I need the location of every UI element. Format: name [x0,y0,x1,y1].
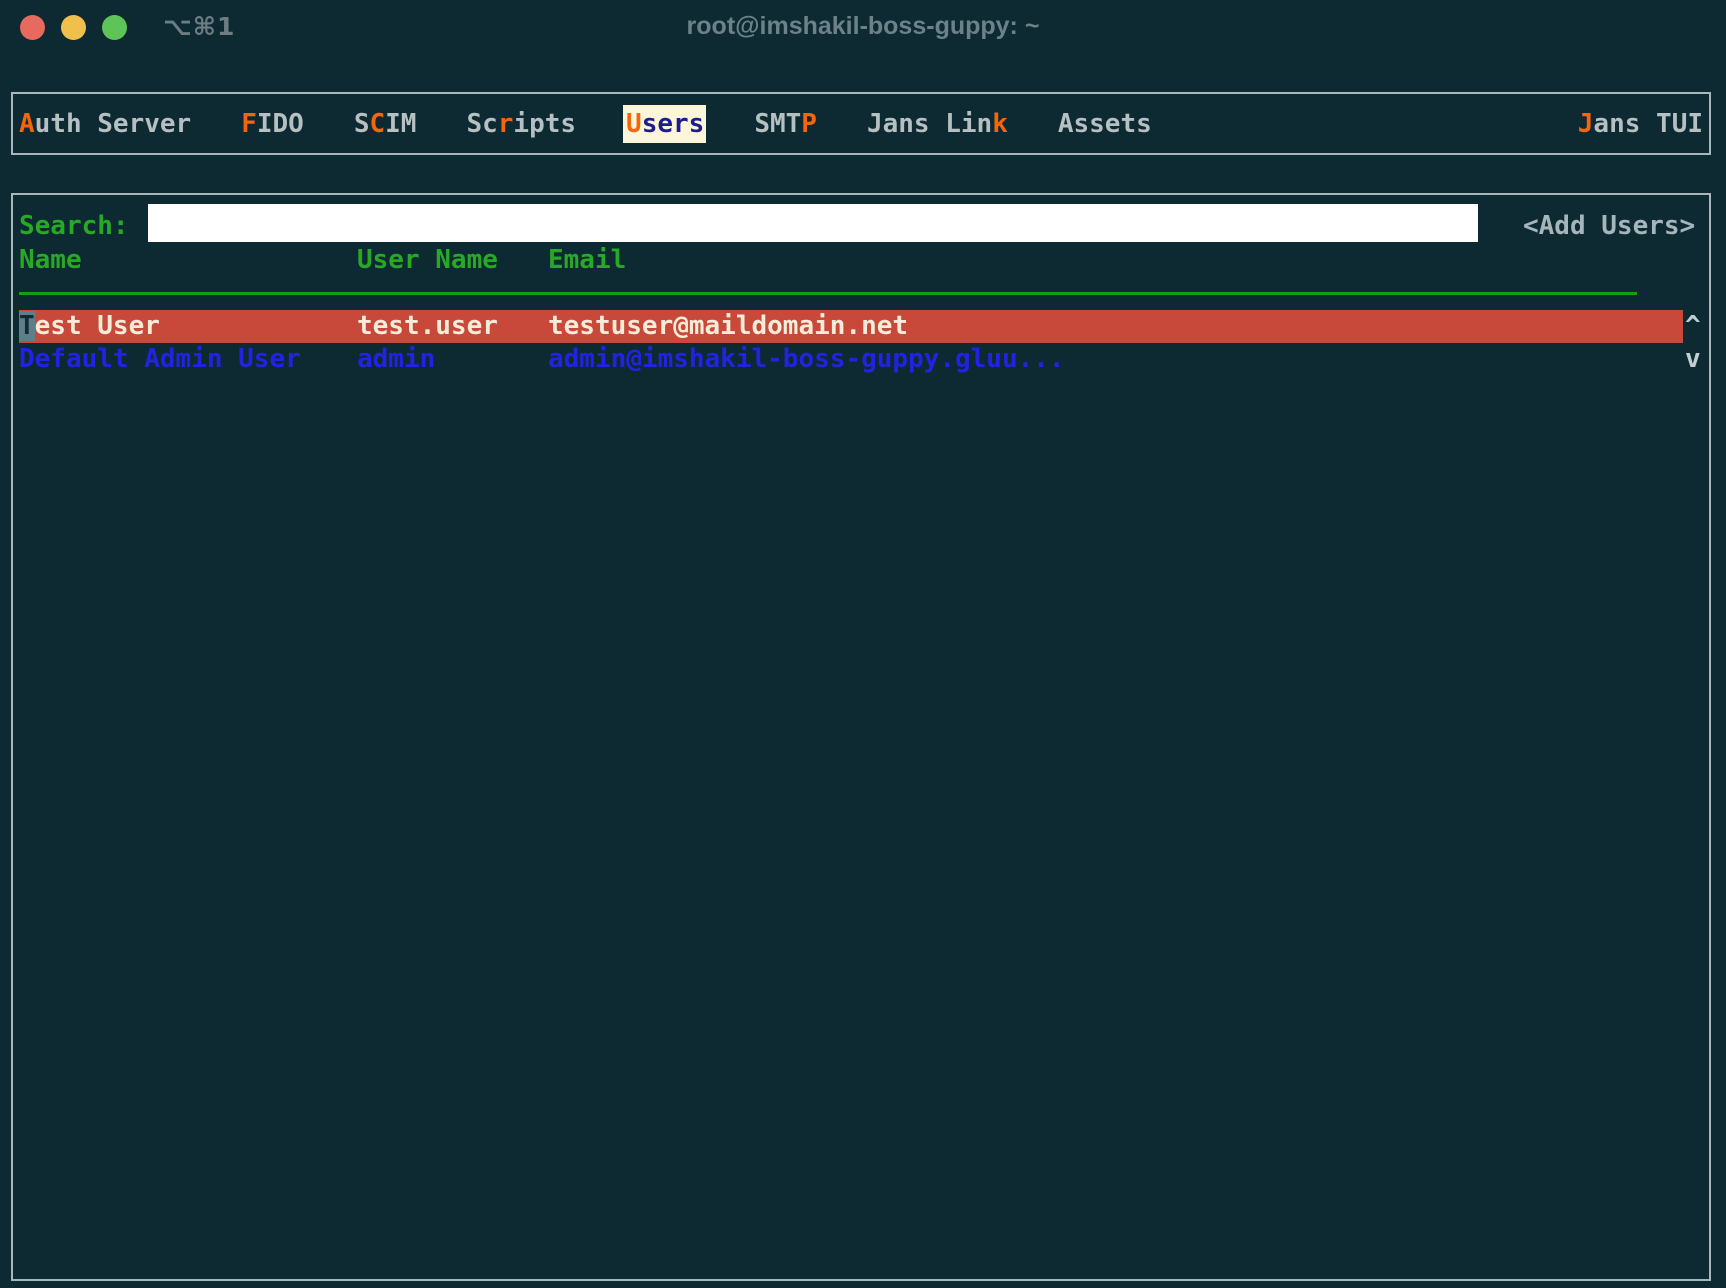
cell-email: admin@imshakil-boss-guppy.gluu... [548,343,1065,376]
table-column-headers: Name User Name Email [13,245,1713,278]
header-separator-line [19,292,1637,295]
hotkey-letter: A [19,109,35,139]
hotkey-letter: r [498,109,514,139]
menu-item-jans-link[interactable]: Jans Link [867,109,1008,139]
table-row[interactable]: Default Admin User admin admin@imshakil-bo… [19,343,1683,376]
cell-username: test.user [357,310,498,343]
menu-bar-items: Auth ServerFIDOSCIMScriptsUsersSMTPJans … [19,109,1152,139]
search-label: Search: [19,211,129,241]
hotkey-letter: P [801,109,817,139]
hotkey-letter: k [992,109,1008,139]
cell-name: Default Admin User [19,343,301,376]
menu-item-auth-server[interactable]: Auth Server [19,109,191,139]
hotkey-letter: J [1578,109,1594,139]
app-brand-label: Jans TUI [1578,109,1703,139]
hotkey-letter: C [369,109,385,139]
titlebar: ⌥⌘1 root@imshakil-boss-guppy: ~ [0,0,1726,56]
column-header-email: Email [548,245,626,275]
cell-email: testuser@maildomain.net [548,310,908,343]
scroll-down-indicator[interactable]: v [1685,343,1705,376]
users-panel: Search: <Add Users> Name User Name Email… [11,193,1711,1281]
hotkey-letter: F [241,109,257,139]
column-header-name: Name [19,245,82,275]
add-users-button[interactable]: <Add Users> [1523,211,1695,241]
terminal-cursor: T [19,311,35,341]
cell-username: admin [357,343,435,376]
table-row[interactable]: Test User test.user testuser@maildomain.ne… [19,310,1683,343]
search-input[interactable] [148,204,1478,242]
menu-bar: Auth Server FIDO SCIM Scripts Users SMTP Jans … [11,92,1711,155]
hotkey-letter: U [626,109,642,139]
menu-item-assets[interactable]: Assets [1058,109,1152,139]
menu-item-users[interactable]: Users [623,105,706,143]
cell-name: Test User [19,310,160,343]
scroll-up-indicator[interactable]: ^ [1685,310,1705,343]
menu-item-scim[interactable]: SCIM [354,109,417,139]
column-header-username: User Name [357,245,498,275]
menu-item-scripts[interactable]: Scripts [466,109,576,139]
window-title: root@imshakil-boss-guppy: ~ [0,12,1726,41]
menu-item-smtp[interactable]: SMTP [754,109,817,139]
menu-item-fido[interactable]: FIDO [241,109,304,139]
